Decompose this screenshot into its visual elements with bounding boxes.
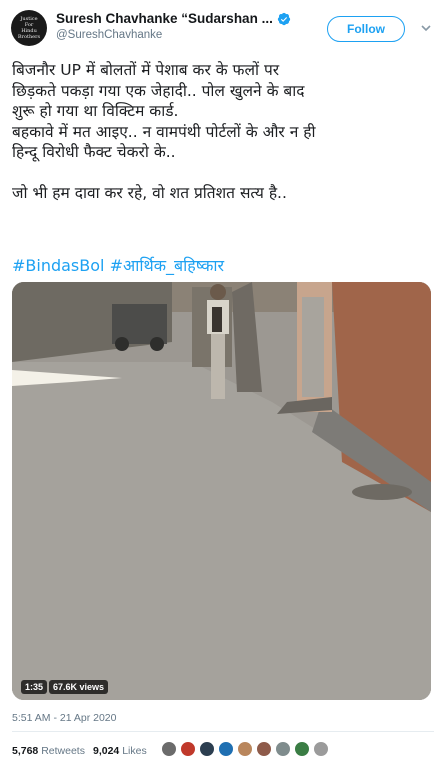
tweet-line: शुरू हो गया था विक्टिम कार्ड. — [12, 102, 179, 120]
verified-badge-icon — [277, 12, 290, 25]
avatar-text-3: Hindu Brothers — [17, 28, 41, 40]
retweets-count[interactable]: 5,768 — [12, 745, 38, 757]
tweet-header: Justice For Hindu Brothers Suresh Chavha… — [0, 0, 446, 56]
video-duration: 1:35 — [21, 680, 48, 694]
video-player[interactable]: 1:35 67.6K views — [12, 282, 431, 700]
liker-avatar-6-icon[interactable] — [256, 741, 272, 757]
liker-avatar-7-icon[interactable] — [275, 741, 291, 757]
liker-avatar-8-icon[interactable] — [294, 741, 310, 757]
tweet-line: बिजनौर UP में बोलतों में पेशाब कर के फलो… — [12, 61, 280, 79]
video-frame — [12, 282, 431, 700]
follow-button[interactable]: Follow — [327, 16, 405, 42]
hashtag-link[interactable]: #आर्थिक_बहिष्कार — [110, 256, 225, 275]
tweet-line: जो भी हम दावा कर रहे, वो शत प्रतिशत सत्य… — [12, 183, 287, 202]
engagement-stats: 5,768 Retweets 9,024 Likes — [12, 745, 147, 757]
tweet-text: बिजनौर UP में बोलतों में पेशाब कर के फलो… — [12, 60, 437, 203]
likes-label[interactable]: Likes — [122, 745, 147, 757]
liker-avatar-5-icon[interactable] — [237, 741, 253, 757]
name-row: Suresh Chavhanke “Sudarshan ... — [56, 11, 306, 26]
divider — [12, 731, 434, 732]
chevron-down-icon[interactable] — [420, 22, 432, 34]
liker-avatar-9-icon[interactable] — [313, 741, 329, 757]
hashtag-link[interactable]: #BindasBol — [12, 256, 104, 275]
retweets-label[interactable]: Retweets — [41, 745, 85, 757]
liker-avatar-1-icon[interactable] — [161, 741, 177, 757]
display-name[interactable]: Suresh Chavhanke “Sudarshan ... — [56, 11, 273, 26]
tweet-timestamp[interactable]: 5:51 AM - 21 Apr 2020 — [12, 712, 117, 724]
liker-avatar-3-icon[interactable] — [199, 741, 215, 757]
liker-avatars — [161, 741, 332, 757]
user-handle[interactable]: @SureshChavhanke — [56, 29, 306, 41]
liker-avatar-4-icon[interactable] — [218, 741, 234, 757]
tweet-line: बहकावे में मत आइए.. न वामपंथी पोर्टलों क… — [12, 122, 316, 141]
tweet-line: हिन्दू विरोधी फैक्ट चेकरो के.. — [12, 143, 176, 161]
liker-avatar-2-icon[interactable] — [180, 741, 196, 757]
hashtags: #BindasBol #आर्थिक_बहिष्कार — [12, 256, 224, 276]
likes-count[interactable]: 9,024 — [93, 745, 119, 757]
tweet-line: छिड़कते पकड़ा गया एक जेहादी.. पोल खुलने … — [12, 81, 305, 100]
author-block[interactable]: Suresh Chavhanke “Sudarshan ... @SureshC… — [56, 11, 306, 41]
video-views: 67.6K views — [49, 680, 109, 694]
avatar[interactable]: Justice For Hindu Brothers — [11, 10, 47, 46]
